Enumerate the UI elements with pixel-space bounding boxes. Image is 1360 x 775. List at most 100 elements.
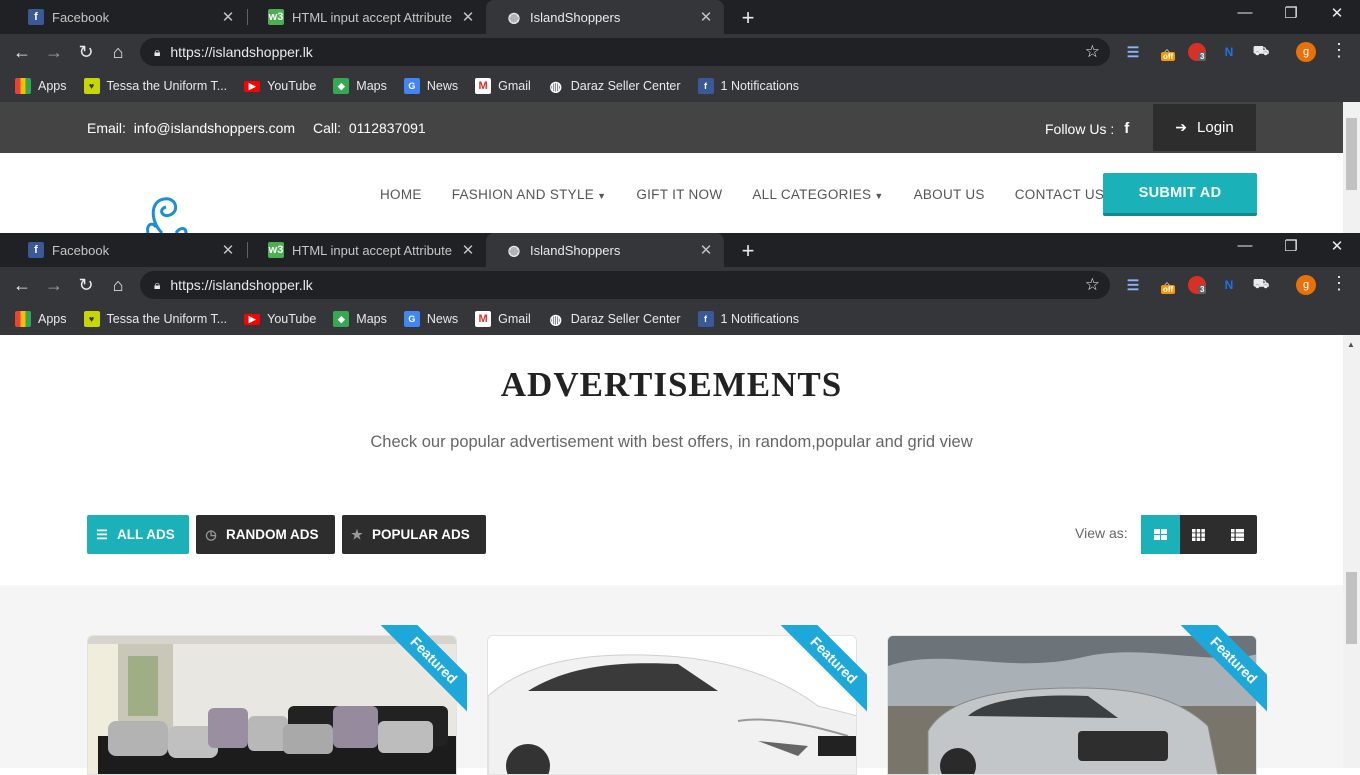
scrollbar-thumb[interactable] bbox=[1346, 118, 1357, 190]
filter-random-ads-button[interactable]: ◷ RANDOM ADS bbox=[196, 515, 335, 554]
bookmark-gmail[interactable]: M Gmail bbox=[475, 78, 531, 94]
small-grid-view-button[interactable] bbox=[1180, 515, 1219, 554]
extension-adblock-icon[interactable]: 3 bbox=[1188, 276, 1207, 294]
bookmarks-bar: Apps ♥ Tessa the Uniform T... ▶ YouTube ◆ M… bbox=[0, 303, 1360, 335]
large-grid-view-button[interactable] bbox=[1141, 515, 1180, 554]
bookmark-news[interactable]: G News bbox=[403, 311, 459, 327]
minimize-icon[interactable]: — bbox=[1235, 4, 1255, 21]
bookmark-daraz[interactable]: ◍ Daraz Seller Center bbox=[548, 78, 681, 94]
page-scrollbar-bottom[interactable]: ▲ bbox=[1343, 335, 1360, 768]
nav-fashion-and-style[interactable]: FASHION AND STYLE ▼ bbox=[452, 187, 607, 202]
bookmark-tessa[interactable]: ♥ Tessa the Uniform T... bbox=[83, 78, 228, 94]
reload-button[interactable]: ↻ bbox=[74, 273, 98, 297]
nav-gift-it-now[interactable]: GIFT IT NOW bbox=[636, 187, 722, 202]
tab-islandshoppers[interactable]: ◍ IslandShoppers ✕ bbox=[486, 233, 724, 267]
bookmark-apps[interactable]: Apps bbox=[15, 311, 67, 327]
address-bar[interactable]: 🔒︎ https://islandshopper.lk ☆ bbox=[140, 271, 1110, 299]
site-topbar: Email: info@islandshoppers.com Call: 011… bbox=[0, 102, 1343, 153]
bookmark-label: Tessa the Uniform T... bbox=[106, 79, 228, 93]
bookmark-news[interactable]: G News bbox=[403, 78, 458, 94]
extension-home-icon[interactable]: ⌂ off bbox=[1158, 276, 1176, 294]
close-icon[interactable]: ✕ bbox=[698, 8, 714, 26]
reader-list-icon[interactable]: ☰ bbox=[1124, 43, 1142, 61]
tab-facebook[interactable]: f Facebook ✕ bbox=[8, 0, 246, 34]
heart-icon: ♥ bbox=[83, 78, 100, 94]
profile-avatar[interactable]: g bbox=[1296, 42, 1316, 62]
extension-adblock-icon[interactable]: 3 bbox=[1188, 43, 1207, 61]
login-label: Login bbox=[1197, 119, 1234, 136]
bookmark-label: News bbox=[426, 312, 459, 326]
home-button[interactable]: ⌂ bbox=[106, 273, 130, 297]
bookmark-youtube[interactable]: ▶ YouTube bbox=[244, 312, 316, 326]
tab-title: IslandShoppers bbox=[530, 242, 621, 258]
nav-contact-us[interactable]: CONTACT US bbox=[1015, 187, 1105, 202]
close-icon[interactable]: ✕ bbox=[220, 8, 236, 26]
bookmark-notifications[interactable]: f 1 Notifications bbox=[697, 78, 800, 94]
nav-about-us[interactable]: ABOUT US bbox=[914, 187, 985, 202]
list-view-button[interactable] bbox=[1218, 515, 1257, 554]
bookmark-star-icon[interactable]: ☆ bbox=[1085, 42, 1100, 62]
nav-label: CONTACT US bbox=[1014, 187, 1105, 202]
bookmark-apps[interactable]: Apps bbox=[15, 78, 67, 94]
extension-home-icon[interactable]: ⌂ off bbox=[1158, 43, 1176, 61]
minimize-icon[interactable]: — bbox=[1235, 237, 1255, 254]
site-logo[interactable] bbox=[140, 191, 190, 233]
extension-n-icon[interactable]: N bbox=[1220, 43, 1238, 61]
tab-html-input[interactable]: w3 HTML input accept Attribute ✕ bbox=[248, 0, 486, 34]
close-icon[interactable]: ✕ bbox=[220, 241, 236, 259]
nav-label: ALL CATEGORIES bbox=[752, 187, 872, 202]
close-icon[interactable]: ✕ bbox=[460, 241, 476, 259]
tab-html-input[interactable]: w3 HTML input accept Attribute ✕ bbox=[248, 233, 486, 267]
close-icon[interactable]: ✕ bbox=[698, 241, 714, 259]
extension-cast-icon[interactable]: ⛟ bbox=[1252, 276, 1270, 294]
extension-cast-icon[interactable]: ⛟ bbox=[1252, 43, 1270, 61]
url-text: https://islandshopper.lk bbox=[170, 277, 313, 293]
back-button[interactable]: ← bbox=[10, 273, 34, 297]
bookmark-label: 1 Notifications bbox=[720, 79, 800, 93]
window-close-icon[interactable]: ✕ bbox=[1327, 237, 1347, 255]
forward-button[interactable]: → bbox=[42, 40, 66, 64]
facebook-icon[interactable]: f bbox=[1124, 120, 1129, 137]
new-tab-button[interactable]: + bbox=[736, 5, 760, 31]
bookmark-star-icon[interactable]: ☆ bbox=[1085, 275, 1100, 295]
bookmark-youtube[interactable]: ▶ YouTube bbox=[244, 79, 316, 93]
back-button[interactable]: ← bbox=[10, 40, 34, 64]
browser-chrome-bottom: f Facebook ✕ w3 HTML input accept Attrib… bbox=[0, 233, 1360, 335]
reader-list-icon[interactable]: ☰ bbox=[1124, 276, 1142, 294]
email-value[interactable]: info@islandshoppers.com bbox=[134, 120, 295, 136]
page-scrollbar-top[interactable] bbox=[1343, 102, 1360, 233]
menu-kebab-icon[interactable]: ⋮ bbox=[1330, 273, 1348, 294]
close-icon[interactable]: ✕ bbox=[460, 8, 476, 26]
phone-value[interactable]: 0112837091 bbox=[349, 120, 426, 136]
address-bar[interactable]: 🔒︎ https://islandshopper.lk ☆ bbox=[140, 38, 1110, 66]
bookmark-gmail[interactable]: M Gmail bbox=[475, 311, 531, 327]
window-close-icon[interactable]: ✕ bbox=[1327, 4, 1347, 22]
menu-kebab-icon[interactable]: ⋮ bbox=[1330, 40, 1348, 61]
filter-popular-ads-button[interactable]: ★ POPULAR ADS bbox=[342, 515, 486, 554]
bookmark-daraz[interactable]: ◍ Daraz Seller Center bbox=[548, 311, 681, 327]
tab-islandshoppers[interactable]: ◍ IslandShoppers ✕ bbox=[486, 0, 724, 34]
bookmark-maps[interactable]: ◆ Maps bbox=[333, 78, 387, 94]
filter-all-ads-button[interactable]: ☰ ALL ADS bbox=[87, 515, 189, 554]
bookmark-tessa[interactable]: ♥ Tessa the Uniform T... bbox=[83, 311, 227, 327]
submit-ad-button[interactable]: SUBMIT AD bbox=[1103, 173, 1257, 216]
bookmark-maps[interactable]: ◆ Maps bbox=[333, 311, 387, 327]
sign-in-icon: ➔ bbox=[1175, 119, 1188, 135]
forward-button[interactable]: → bbox=[42, 273, 66, 297]
nav-all-categories[interactable]: ALL CATEGORIES ▼ bbox=[752, 187, 883, 202]
new-tab-button[interactable]: + bbox=[736, 238, 760, 264]
restore-icon[interactable]: ❐ bbox=[1281, 237, 1301, 255]
login-button[interactable]: ➔ Login bbox=[1153, 104, 1256, 151]
extension-n-icon[interactable]: N bbox=[1220, 276, 1238, 294]
nav-home[interactable]: HOME bbox=[380, 187, 422, 202]
reload-button[interactable]: ↻ bbox=[74, 40, 98, 64]
bookmark-notifications[interactable]: f 1 Notifications bbox=[697, 311, 799, 327]
restore-icon[interactable]: ❐ bbox=[1281, 4, 1301, 22]
follow-label: Follow Us : bbox=[1045, 120, 1115, 137]
lock-icon: 🔒︎ bbox=[154, 44, 161, 59]
profile-avatar[interactable]: g bbox=[1296, 275, 1316, 295]
scroll-up-icon[interactable]: ▲ bbox=[1347, 340, 1355, 349]
home-button[interactable]: ⌂ bbox=[106, 40, 130, 64]
scrollbar-thumb[interactable] bbox=[1346, 572, 1357, 644]
tab-facebook[interactable]: f Facebook ✕ bbox=[8, 233, 246, 267]
